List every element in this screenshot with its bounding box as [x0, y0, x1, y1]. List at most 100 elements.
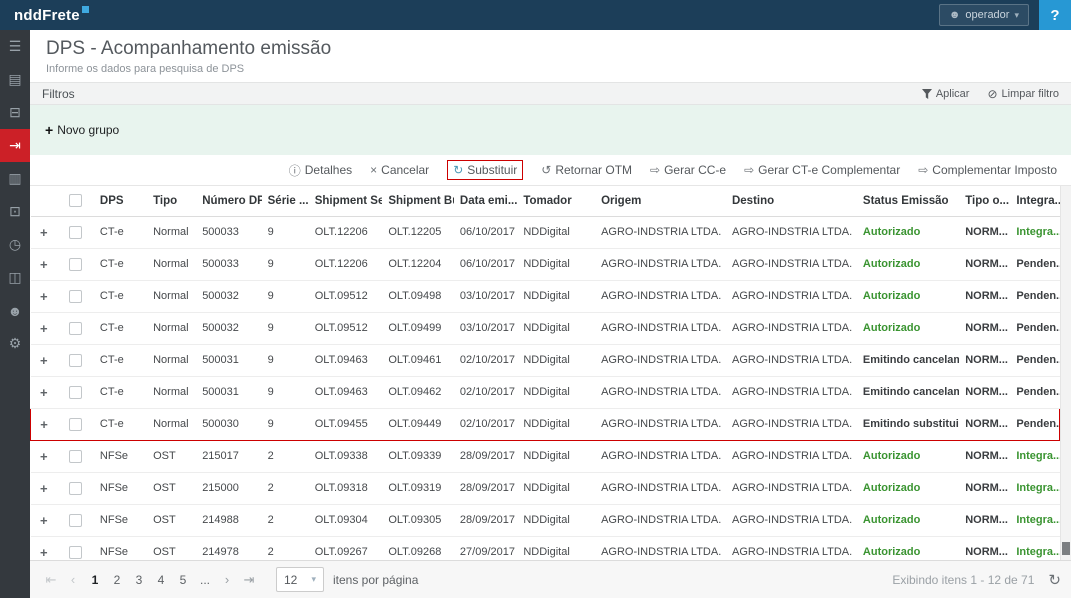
column-header[interactable]: Status Emissão [856, 186, 960, 217]
table-row[interactable]: + CT-e Normal 500031 9 OLT.09463 OLT.094… [30, 376, 1060, 409]
cell-shipment-buy: OLT.09449 [382, 407, 454, 441]
table-row[interactable]: + CT-e Normal 500032 9 OLT.09512 OLT.094… [30, 280, 1060, 313]
page-button-[interactable]: ... [194, 568, 216, 592]
column-header[interactable]: Shipment Sell [308, 186, 383, 217]
plus-icon: + [45, 122, 54, 138]
expand-row-button[interactable]: + [40, 257, 48, 272]
funnel-icon [921, 88, 932, 99]
column-header[interactable]: Integra... [1010, 186, 1060, 217]
table-row[interactable]: + NFSe OST 214978 2 OLT.09267 OLT.09268 … [30, 536, 1060, 560]
cell-dps: NFSe [93, 504, 148, 537]
expand-row-button[interactable]: + [40, 513, 48, 528]
sidebar-item-reports[interactable]: ▥ [0, 162, 30, 195]
apply-filter-button[interactable]: Aplicar [921, 87, 969, 101]
table-row[interactable]: + CT-e Normal 500030 9 OLT.09455 OLT.094… [30, 407, 1061, 441]
row-checkbox[interactable] [69, 321, 82, 335]
sidebar-item-settings[interactable]: ⚙ [0, 327, 30, 360]
freight-icon: ⊟ [9, 104, 21, 120]
expand-row-button[interactable]: + [40, 481, 48, 496]
row-checkbox[interactable] [69, 225, 82, 239]
table-row[interactable]: + CT-e Normal 500032 9 OLT.09512 OLT.094… [30, 312, 1060, 345]
column-header[interactable]: Tomador [517, 186, 596, 217]
sidebar-item-users[interactable]: ☻ [0, 294, 30, 327]
cell-origem: AGRO-INDSTRIA LTDA. [595, 504, 726, 537]
page-button-4[interactable]: 4 [150, 568, 172, 592]
refresh-icon[interactable]: ↻ [1048, 571, 1061, 589]
column-header[interactable]: DPS [93, 186, 148, 217]
sidebar-item-billing[interactable]: ⊡ [0, 195, 30, 228]
expand-row-button[interactable]: + [40, 545, 48, 560]
last-page-button[interactable]: ⇥ [238, 568, 260, 592]
column-header[interactable]: Destino [725, 186, 857, 217]
table-row[interactable]: + NFSe OST 215017 2 OLT.09338 OLT.09339 … [30, 440, 1060, 473]
user-menu-button[interactable]: ☻ operador ▾ [938, 4, 1029, 26]
cell-tomador: NDDigital [517, 280, 596, 313]
table-row[interactable]: + CT-e Normal 500033 9 OLT.12206 OLT.122… [30, 248, 1060, 281]
cell-destino: AGRO-INDSTRIA LTDA. [725, 536, 857, 560]
new-group-button[interactable]: + Novo grupo [45, 122, 119, 138]
next-page-button[interactable]: › [216, 568, 238, 592]
gerar-cce-action[interactable]: ⇨ Gerar CC-e [650, 163, 726, 177]
substituir-action[interactable]: ↻ Substituir [447, 160, 524, 180]
vertical-scrollbar[interactable] [1060, 186, 1071, 560]
sidebar-item-history[interactable]: ◷ [0, 228, 30, 261]
expand-row-button[interactable]: + [40, 353, 48, 368]
sidebar-item-menu[interactable]: ☰ [0, 30, 30, 63]
gerar-cte-complementar-action[interactable]: ⇨ Gerar CT-e Complementar [744, 163, 900, 177]
cell-origem: AGRO-INDSTRIA LTDA. [595, 536, 726, 560]
cancelar-action[interactable]: × Cancelar [370, 163, 429, 177]
expand-row-button[interactable]: + [40, 289, 48, 304]
sidebar-item-emission[interactable]: ⇥ [0, 129, 30, 162]
cell-tomador: NDDigital [517, 504, 596, 537]
page-button-1[interactable]: 1 [84, 568, 106, 592]
expand-row-button[interactable]: + [40, 225, 48, 240]
table-row[interactable]: + NFSe OST 215000 2 OLT.09318 OLT.09319 … [30, 472, 1060, 505]
sidebar-item-documents[interactable]: ▤ [0, 63, 30, 96]
clear-filter-label: Limpar filtro [1001, 87, 1059, 100]
column-header[interactable]: Shipment Buy [382, 186, 454, 217]
cell-integracao: Penden... [1010, 344, 1060, 377]
help-button[interactable]: ? [1039, 0, 1071, 30]
row-checkbox[interactable] [69, 385, 82, 399]
expand-row-button[interactable]: + [40, 417, 48, 432]
page-size-select[interactable]: 12 ▾ [276, 567, 324, 592]
column-header[interactable]: Tipo [147, 186, 197, 217]
row-checkbox[interactable] [69, 353, 82, 367]
row-checkbox[interactable] [69, 257, 82, 271]
complementar-imposto-action[interactable]: ⇨ Complementar Imposto [918, 163, 1057, 177]
cell-destino: AGRO-INDSTRIA LTDA. [725, 312, 857, 345]
prev-page-button[interactable]: ‹ [62, 568, 84, 592]
table-row[interactable]: + CT-e Normal 500033 9 OLT.12206 OLT.122… [30, 216, 1060, 249]
column-header[interactable]: Número DPS [196, 186, 262, 217]
first-page-button[interactable]: ⇤ [40, 568, 62, 592]
cell-shipment-buy: OLT.12204 [382, 248, 454, 281]
table-row[interactable]: + CT-e Normal 500031 9 OLT.09463 OLT.094… [30, 344, 1060, 377]
retornar-otm-action[interactable]: ↺ Retornar OTM [541, 163, 632, 177]
column-header[interactable]: Tipo o... [959, 186, 1011, 217]
row-checkbox[interactable] [69, 289, 82, 303]
column-header[interactable]: Série ... [261, 186, 309, 217]
page-button-5[interactable]: 5 [172, 568, 194, 592]
clear-filter-button[interactable]: ⊘ Limpar filtro [987, 87, 1059, 101]
sidebar-item-freight[interactable]: ⊟ [0, 96, 30, 129]
row-checkbox[interactable] [69, 481, 82, 495]
expand-row-button[interactable]: + [40, 385, 48, 400]
column-header[interactable]: Origem [595, 186, 726, 217]
row-checkbox[interactable] [69, 513, 82, 527]
row-checkbox[interactable] [69, 417, 82, 431]
brand-text: nddFrete [14, 7, 80, 24]
column-header[interactable]: Data emi... [453, 186, 518, 217]
select-all-checkbox[interactable] [69, 194, 82, 208]
row-checkbox[interactable] [69, 449, 82, 463]
expand-row-button[interactable]: + [40, 321, 48, 336]
expand-row-button[interactable]: + [40, 449, 48, 464]
scrollbar-thumb[interactable] [1062, 542, 1070, 555]
page-button-3[interactable]: 3 [128, 568, 150, 592]
row-checkbox[interactable] [69, 545, 82, 559]
detalhes-action[interactable]: ⓘ Detalhes [289, 162, 352, 179]
sidebar-item-packages[interactable]: ◫ [0, 261, 30, 294]
page-button-2[interactable]: 2 [106, 568, 128, 592]
cell-numero-dps: 214988 [196, 504, 262, 537]
table-row[interactable]: + NFSe OST 214988 2 OLT.09304 OLT.09305 … [30, 504, 1060, 537]
cell-tipo: Normal [147, 216, 197, 249]
